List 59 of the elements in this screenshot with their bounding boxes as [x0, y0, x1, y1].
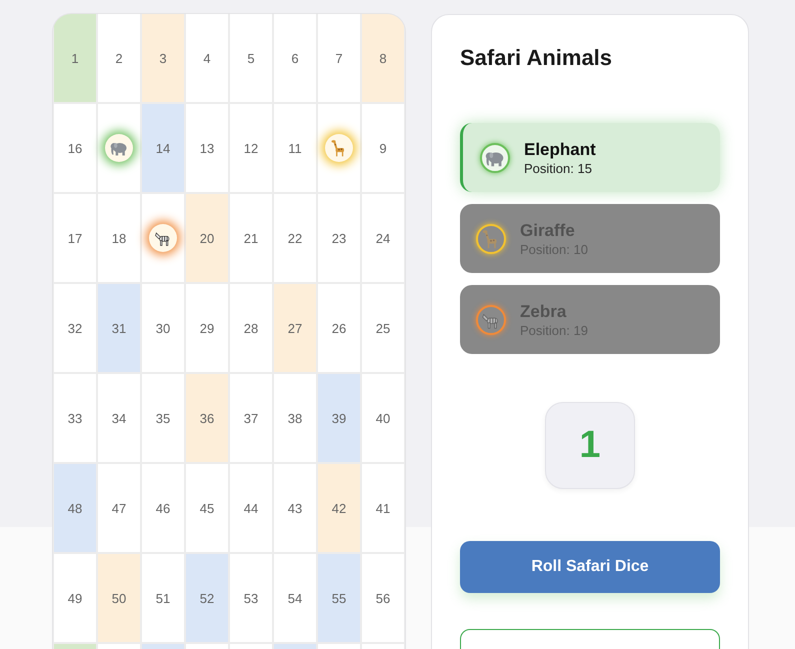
board-cell: 22	[274, 194, 316, 282]
player-position: Position: 15	[524, 160, 593, 176]
board-cell: 34	[98, 374, 140, 462]
board-cell: 46	[142, 464, 184, 552]
board-cell: 24	[362, 194, 404, 282]
board-cell: 45	[186, 464, 228, 552]
board-cell: 6	[274, 14, 316, 102]
board-cell: 8	[362, 14, 404, 102]
board-cell: 23	[318, 194, 360, 282]
board-cell: 16	[54, 104, 96, 192]
board-cell: 38	[274, 374, 316, 462]
player-card[interactable]: Elephant Position: 15	[460, 123, 720, 192]
roll-dice-button[interactable]: Roll Safari Dice	[460, 540, 720, 593]
board-cell: 33	[54, 374, 96, 462]
panel-title: Safari Animals	[460, 45, 612, 71]
board-cell: 44	[230, 464, 272, 552]
board-cell: 47	[98, 464, 140, 552]
board-cell: 3	[142, 14, 184, 102]
board-cell: 41	[362, 464, 404, 552]
board-cell: 56	[362, 554, 404, 642]
board-cell: 12	[230, 104, 272, 192]
board-cell: 54	[274, 554, 316, 642]
board-cell: 48	[54, 464, 96, 552]
board-cell: 14	[142, 104, 184, 192]
board-cell: 21	[230, 194, 272, 282]
board-cell: 50	[98, 554, 140, 642]
board-cell: 53	[230, 554, 272, 642]
board-cell: 40	[362, 374, 404, 462]
board-cell: 31	[98, 284, 140, 372]
board-cell: 26	[318, 284, 360, 372]
board-cell: 28	[230, 284, 272, 372]
board-cell: 43	[274, 464, 316, 552]
board-cell: 17	[54, 194, 96, 282]
board-cell: 36	[186, 374, 228, 462]
board-cell: 27	[274, 284, 316, 372]
board-cell: 51	[142, 554, 184, 642]
board-cell: 39	[318, 374, 360, 462]
board-cell: 37	[230, 374, 272, 462]
board-cell: 18	[98, 194, 140, 282]
board-cell: 2	[98, 14, 140, 102]
board-cell: 1	[54, 14, 96, 102]
player-name: Elephant	[524, 140, 596, 160]
board-cell: 5	[230, 14, 272, 102]
board-cell: 49	[54, 554, 96, 642]
board-cell: 9	[362, 104, 404, 192]
board-cell: 30	[142, 284, 184, 372]
board-cell: 4	[186, 14, 228, 102]
board-cell: 11	[274, 104, 316, 192]
board-cell: 13	[186, 104, 228, 192]
board-cell: 42	[318, 464, 360, 552]
board-cell: 55	[318, 554, 360, 642]
board-cell: 35	[142, 374, 184, 462]
board-cell: 20	[186, 194, 228, 282]
dice-face: 1	[545, 402, 635, 489]
board-cell: 52	[186, 554, 228, 642]
board-cell: 32	[54, 284, 96, 372]
board-cell: 25	[362, 284, 404, 372]
board-cell: 29	[186, 284, 228, 372]
board-cell: 7	[318, 14, 360, 102]
